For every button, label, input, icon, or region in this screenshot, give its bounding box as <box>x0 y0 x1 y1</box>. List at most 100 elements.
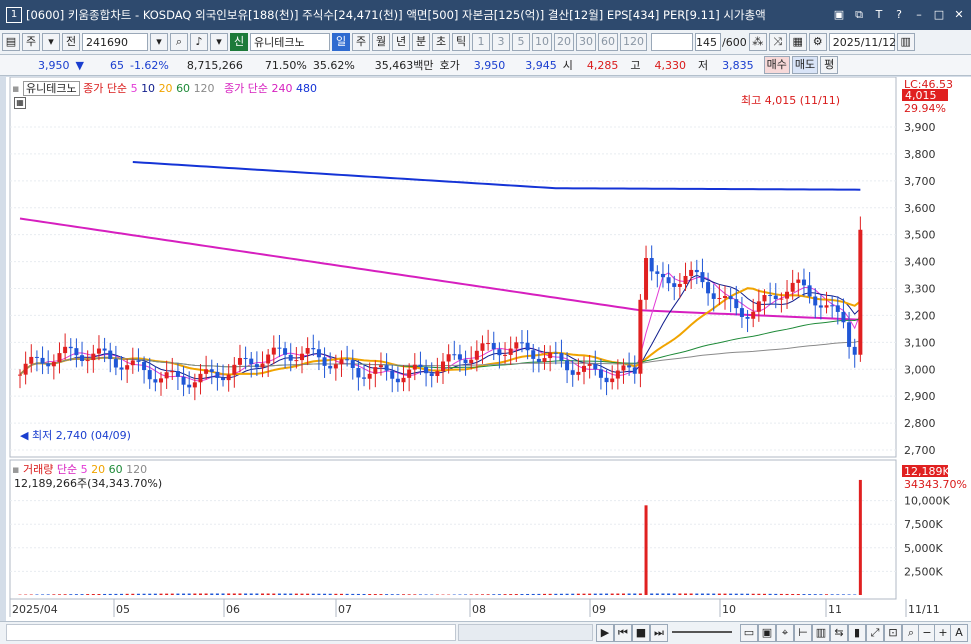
price-legend: ▪ 유니테크노 종가 단순 5 10 20 60 120 종가 단순 240 4… <box>12 80 317 96</box>
candle-body <box>407 369 412 378</box>
unit-day-button[interactable]: 일 <box>332 33 350 51</box>
volume-bar <box>63 594 67 595</box>
volume-bar <box>103 593 107 595</box>
gear-icon[interactable]: ⚙ <box>808 33 827 51</box>
buy-button[interactable]: 매수 <box>763 56 790 74</box>
sell-button[interactable]: 매도 <box>791 56 819 74</box>
volume-bar <box>125 593 129 595</box>
volume-bar <box>345 593 349 595</box>
interval-60-button[interactable]: 60 <box>598 33 618 51</box>
candle-body <box>801 279 806 286</box>
date-input[interactable]: 2025/11/12 <box>828 33 896 51</box>
stock-code-input[interactable]: 241690 <box>82 33 148 51</box>
candle-body <box>638 299 643 374</box>
minimize-icon[interactable]: – <box>911 7 927 23</box>
candle-body <box>147 370 152 380</box>
help-icon[interactable]: ? <box>891 7 907 23</box>
interval-5-button[interactable]: 5 <box>512 33 530 51</box>
volume-bar <box>836 594 840 595</box>
volume-bar <box>531 593 535 595</box>
candle-body <box>790 282 795 292</box>
first-page-icon[interactable]: ⏮ <box>614 624 632 642</box>
close-icon[interactable]: ✕ <box>951 7 967 23</box>
interval-1-button[interactable]: 1 <box>472 33 490 51</box>
prev-icon[interactable]: ▾ <box>42 33 60 51</box>
dropdown-icon[interactable]: ▾ <box>150 33 168 51</box>
count-input[interactable]: 145 <box>695 33 721 51</box>
layout-icon[interactable]: ▤ <box>2 33 20 51</box>
save-icon[interactable]: ▦ <box>788 33 807 51</box>
stop-icon[interactable]: ■ <box>632 624 650 642</box>
ruler-icon[interactable]: ⊢ <box>794 624 812 642</box>
copy-icon[interactable]: ⧉ <box>851 7 867 23</box>
volume-bar <box>390 594 394 595</box>
lock-icon[interactable]: ⊡ <box>884 624 902 642</box>
scroll-right-icon[interactable]: ▶ <box>596 624 614 642</box>
volume-bar <box>182 593 186 595</box>
volume-bar <box>576 593 580 595</box>
volume-bar <box>621 593 625 595</box>
volume-bar <box>176 593 180 595</box>
capture-icon[interactable]: ▣ <box>758 624 776 642</box>
chart-type-icon[interactable]: ▥ <box>812 624 830 642</box>
volume-bar <box>142 593 146 595</box>
chevron-down-icon[interactable]: ▾ <box>210 33 228 51</box>
range-select[interactable]: 전 <box>62 33 80 51</box>
search-icon[interactable]: ⌕ <box>170 33 188 51</box>
interval-3-button[interactable]: 3 <box>492 33 510 51</box>
grid-icon[interactable]: ▦ <box>14 97 26 109</box>
interval-120-button[interactable]: 120 <box>620 33 647 51</box>
open-label: 시 <box>562 59 573 72</box>
restore-icon[interactable]: ▣ <box>831 7 847 23</box>
volume-bar <box>272 593 276 595</box>
avg-button[interactable]: 평 <box>820 56 839 74</box>
window-title: [0600] 키움종합차트 - KOSDAQ 외국인보유[188(천)] 주식수… <box>26 8 766 22</box>
candlestick-chart[interactable]: 3,900 3,800 3,700 3,600 3,500 3,400 3,300 3,200… <box>6 76 971 623</box>
volume-bar <box>712 593 716 595</box>
candle-body <box>604 377 609 383</box>
unit-minute-button[interactable]: 분 <box>412 33 430 51</box>
interval-20-button[interactable]: 20 <box>554 33 574 51</box>
candle-body <box>627 365 632 368</box>
unit-month-button[interactable]: 월 <box>372 33 390 51</box>
expand-icon[interactable]: ⤢ <box>866 624 884 642</box>
speaker-icon[interactable]: ♪ <box>190 33 208 51</box>
candle-body <box>40 357 45 364</box>
unit-second-button[interactable]: 초 <box>432 33 450 51</box>
chart-area[interactable]: 3,900 3,800 3,700 3,600 3,500 3,400 3,300 3,200… <box>6 76 971 623</box>
legend-ma-long-label: 종가 단순 <box>224 82 269 95</box>
unit-tick-button[interactable]: 틱 <box>452 33 470 51</box>
maximize-icon[interactable]: □ <box>931 7 947 23</box>
period-select[interactable]: 주 <box>22 33 40 51</box>
last-page-icon[interactable]: ⏭ <box>650 624 668 642</box>
volume-bar <box>548 593 552 595</box>
volume-bar <box>599 593 603 595</box>
legend-stock-name[interactable]: 유니테크노 <box>22 81 80 96</box>
crosshair-icon[interactable]: ⌖ <box>776 624 794 642</box>
scroll-track[interactable] <box>6 624 456 641</box>
x-axis-label: 2025/04 <box>12 603 58 616</box>
volume-value-text: 12,189,266주(34,343.70%) <box>14 477 163 490</box>
interval-input[interactable] <box>651 33 693 51</box>
calendar-icon[interactable]: ▥ <box>896 33 915 51</box>
indicator-icon[interactable]: ⁂ <box>748 33 767 51</box>
bar-icon[interactable]: ▮ <box>848 624 866 642</box>
down-arrow-icon: ▼ <box>75 58 84 72</box>
volume-bar <box>464 594 468 595</box>
view-icon[interactable]: ▭ <box>740 624 758 642</box>
font-size-icon[interactable]: A <box>950 624 968 642</box>
volume-bar <box>328 593 332 595</box>
candle-body <box>243 358 248 360</box>
unit-week-button[interactable]: 주 <box>352 33 370 51</box>
interval-30-button[interactable]: 30 <box>576 33 596 51</box>
toggle-icon[interactable]: ⇆ <box>830 624 848 642</box>
scroll-thumb[interactable] <box>458 624 593 641</box>
volume-bar <box>402 594 406 595</box>
unit-year-button[interactable]: 년 <box>392 33 410 51</box>
zoom-slider[interactable] <box>672 631 732 633</box>
font-icon[interactable]: T <box>871 7 887 23</box>
candle-body <box>192 382 197 388</box>
tool-icon[interactable]: ⤨ <box>768 33 787 51</box>
interval-10-button[interactable]: 10 <box>532 33 552 51</box>
candle-body <box>441 361 445 372</box>
